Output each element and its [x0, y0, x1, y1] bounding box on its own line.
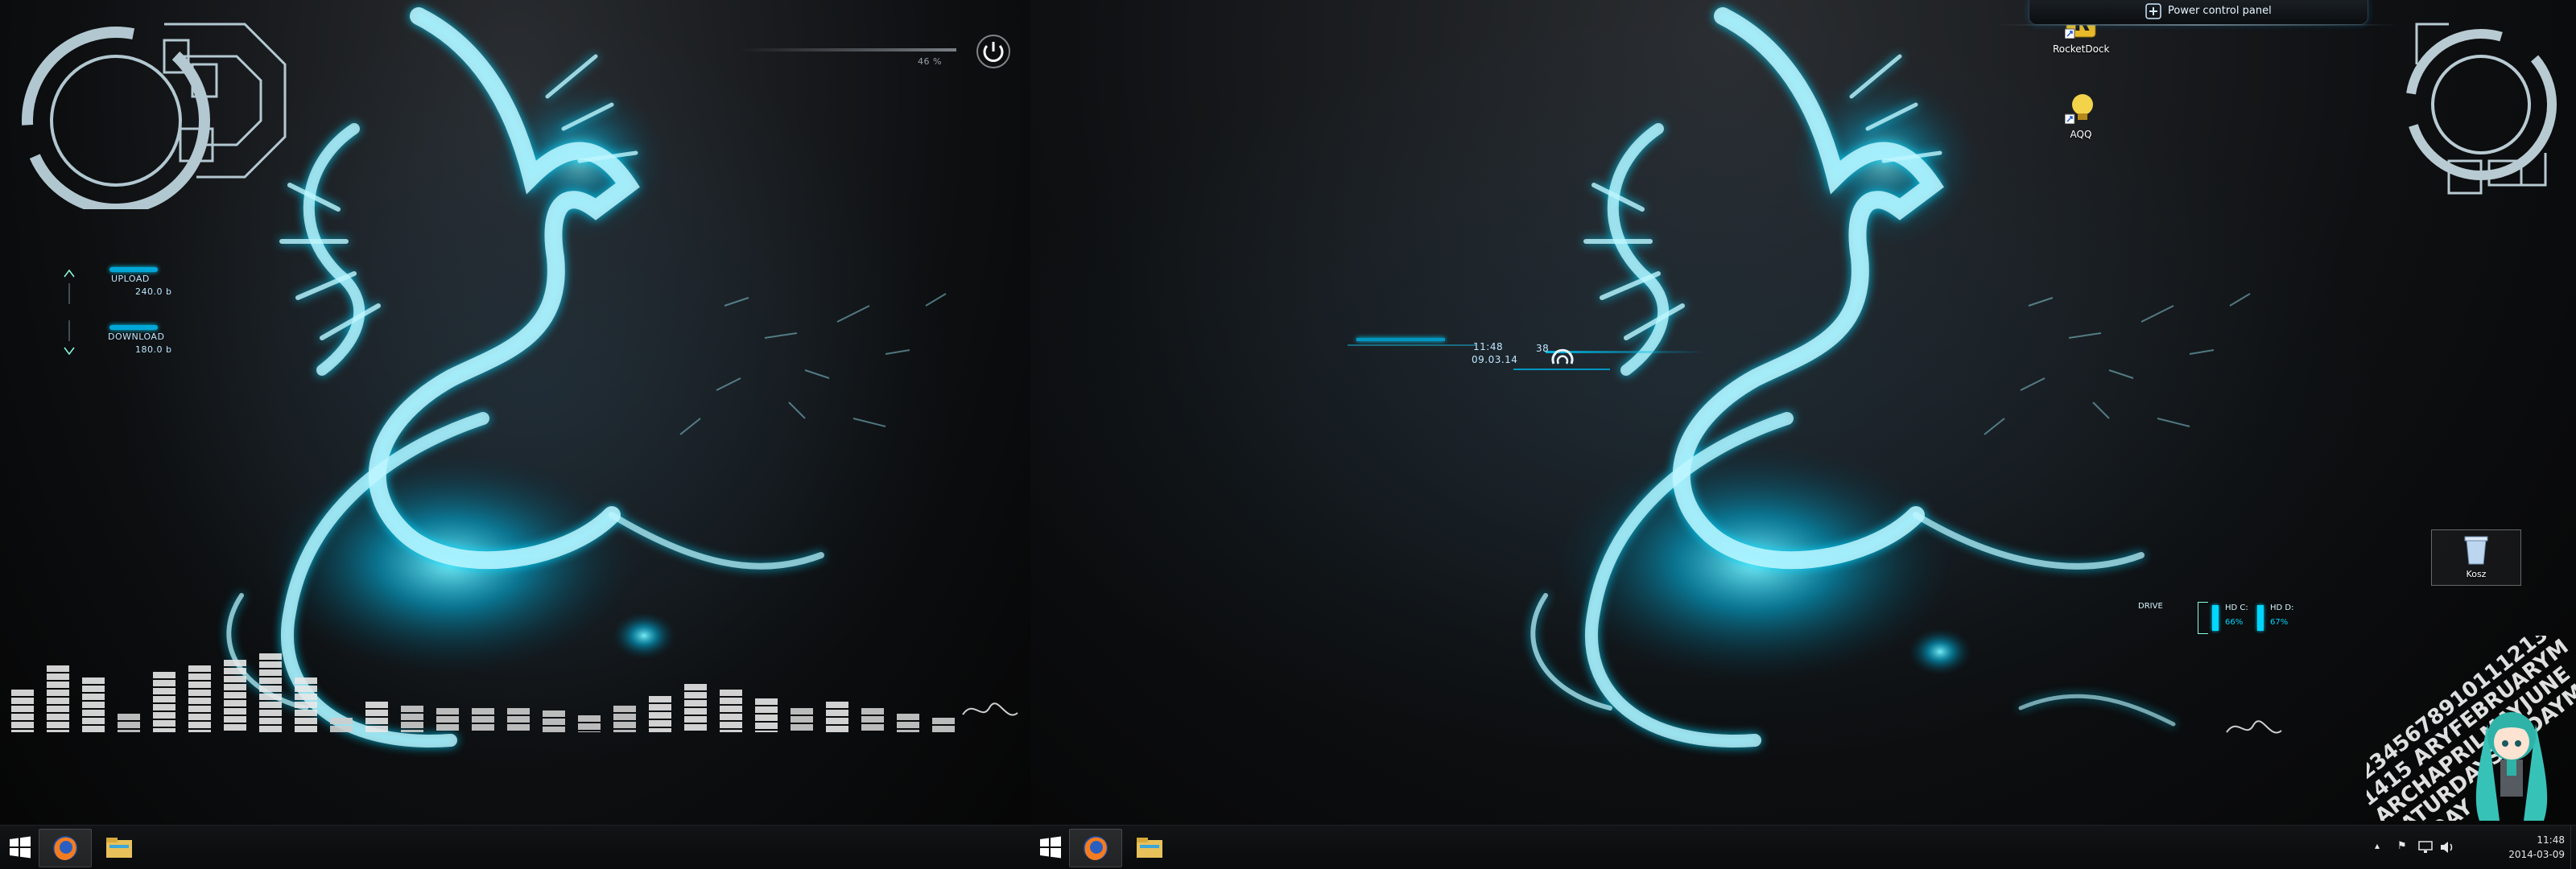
taskbar-firefox-button[interactable]: [1069, 829, 1122, 867]
download-arrow-icon: [64, 320, 75, 356]
upload-bar: [109, 267, 158, 272]
power-control-panel-label: Power control panel: [2168, 5, 2272, 17]
taskbar-right: ▴ ⚑ 11:48 2014-03-09: [1030, 825, 2576, 869]
audio-equalizer: [11, 612, 1009, 732]
equalizer-bar: [897, 714, 919, 732]
disk-d-percent: 67%: [2270, 618, 2289, 627]
equalizer-bar: [932, 718, 955, 732]
recycle-bin-icon: [2464, 536, 2488, 565]
right-monitor: R RocketDock AQQ Kosz Power control pane…: [1030, 0, 2576, 869]
clock-date: 09.03.14: [1472, 354, 1518, 365]
tray-clock[interactable]: 11:48 2014-03-09: [2508, 833, 2565, 862]
equalizer-bar: [47, 665, 69, 732]
power-panel-underline: [1996, 24, 2399, 26]
aqq-bulb-icon: [2064, 94, 2093, 125]
equalizer-bar: [82, 677, 105, 732]
folder-icon: [106, 838, 132, 858]
disk-d-label: HD D:: [2270, 603, 2294, 612]
artist-signature-right: [2226, 720, 2282, 734]
anime-character-image: [2475, 712, 2548, 821]
clock-seconds: 38: [1536, 343, 1550, 354]
power-control-panel[interactable]: Power control panel: [2029, 0, 2368, 25]
clock-line-top: [1356, 338, 1445, 341]
equalizer-bar: [188, 665, 211, 732]
equalizer-bar: [826, 702, 848, 732]
disk-widget-bracket: [2198, 602, 2208, 634]
disk-c-percent: 66%: [2225, 618, 2244, 627]
taskbar-left: [0, 825, 1030, 869]
top-slider-track: [739, 48, 956, 51]
disk-widget-title: DRIVE: [2138, 602, 2163, 611]
top-widget-readout: 46 %: [918, 56, 942, 67]
taskbar-firefox-button[interactable]: [39, 829, 92, 867]
clock-line-mid: [1348, 344, 1476, 346]
desktop-icon-label: Kosz: [2466, 569, 2487, 579]
equalizer-bar: [259, 653, 282, 732]
desktop-icon-recycle-bin[interactable]: Kosz: [2431, 529, 2521, 586]
show-desktop-button[interactable]: [2570, 826, 2576, 869]
equalizer-bar: [401, 706, 423, 732]
artist-signature: [962, 702, 1018, 716]
upload-value: 240.0 b: [135, 286, 172, 297]
equalizer-bar: [330, 718, 353, 732]
equalizer-bar: [649, 696, 671, 732]
equalizer-bar: [295, 677, 317, 732]
equalizer-bar: [861, 708, 884, 732]
equalizer-bar: [578, 715, 601, 732]
equalizer-bar: [365, 702, 388, 732]
equalizer-bar: [755, 698, 778, 732]
equalizer-bar: [118, 714, 140, 732]
upload-arrow-icon: [64, 269, 75, 304]
windows-start-icon[interactable]: [1038, 835, 1063, 859]
equalizer-bar: [613, 706, 636, 732]
volume-icon[interactable]: [2439, 841, 2455, 854]
disk-c-label: HD C:: [2225, 603, 2248, 612]
left-monitor: 46 % UPLOAD 240.0 b DOWNLOAD 180.0 b: [0, 0, 1030, 869]
firefox-icon: [53, 836, 77, 860]
dragon-wallpaper-right: [1530, 7, 2251, 748]
equalizer-bar: [720, 690, 742, 732]
tray-flag-icon[interactable]: ⚑: [2397, 840, 2407, 852]
system-tray: ▴ ⚑: [2375, 838, 2479, 858]
desktop-icon-label: RocketDock: [2053, 43, 2110, 55]
windows-start-icon[interactable]: [8, 835, 32, 859]
plus-icon[interactable]: [2145, 3, 2161, 19]
download-bar: [109, 325, 158, 330]
desktop-icon-aqq[interactable]: AQQ: [2053, 92, 2109, 140]
hud-ring-widget-right: [2405, 23, 2557, 195]
clock-time: 11:48: [1473, 341, 1504, 352]
tray-expand-arrow-icon[interactable]: ▴: [2375, 840, 2380, 851]
equalizer-bar: [436, 708, 459, 732]
equalizer-bar: [11, 690, 34, 732]
hud-ring-widget: [22, 23, 287, 209]
disk-c-bar: [2212, 605, 2219, 631]
taskbar-explorer-button[interactable]: [1124, 829, 1175, 866]
download-value: 180.0 b: [135, 344, 172, 355]
equalizer-bar: [153, 672, 175, 732]
desktop-icon-label: AQQ: [2070, 129, 2092, 140]
network-icon[interactable]: [2418, 841, 2433, 854]
folder-icon: [1137, 838, 1162, 858]
taskbar-explorer-button[interactable]: [93, 829, 145, 866]
upload-label: UPLOAD: [111, 274, 150, 284]
typographic-calendar-widget: 123456789101112131415 ARYFEBRUARYMARCHAP…: [2367, 636, 2576, 821]
equalizer-bar: [684, 684, 707, 732]
equalizer-bar: [507, 708, 530, 732]
tray-date: 2014-03-09: [2508, 849, 2565, 860]
equalizer-bar: [224, 660, 246, 732]
firefox-icon: [1084, 836, 1108, 860]
equalizer-bar: [791, 708, 813, 732]
power-icon[interactable]: [976, 34, 1011, 69]
equalizer-bar: [543, 710, 565, 732]
disk-d-bar: [2257, 605, 2264, 631]
refresh-dial-icon[interactable]: [1549, 346, 1576, 373]
equalizer-bar: [472, 708, 494, 732]
tray-time: 11:48: [2537, 834, 2565, 846]
download-label: DOWNLOAD: [108, 332, 165, 342]
